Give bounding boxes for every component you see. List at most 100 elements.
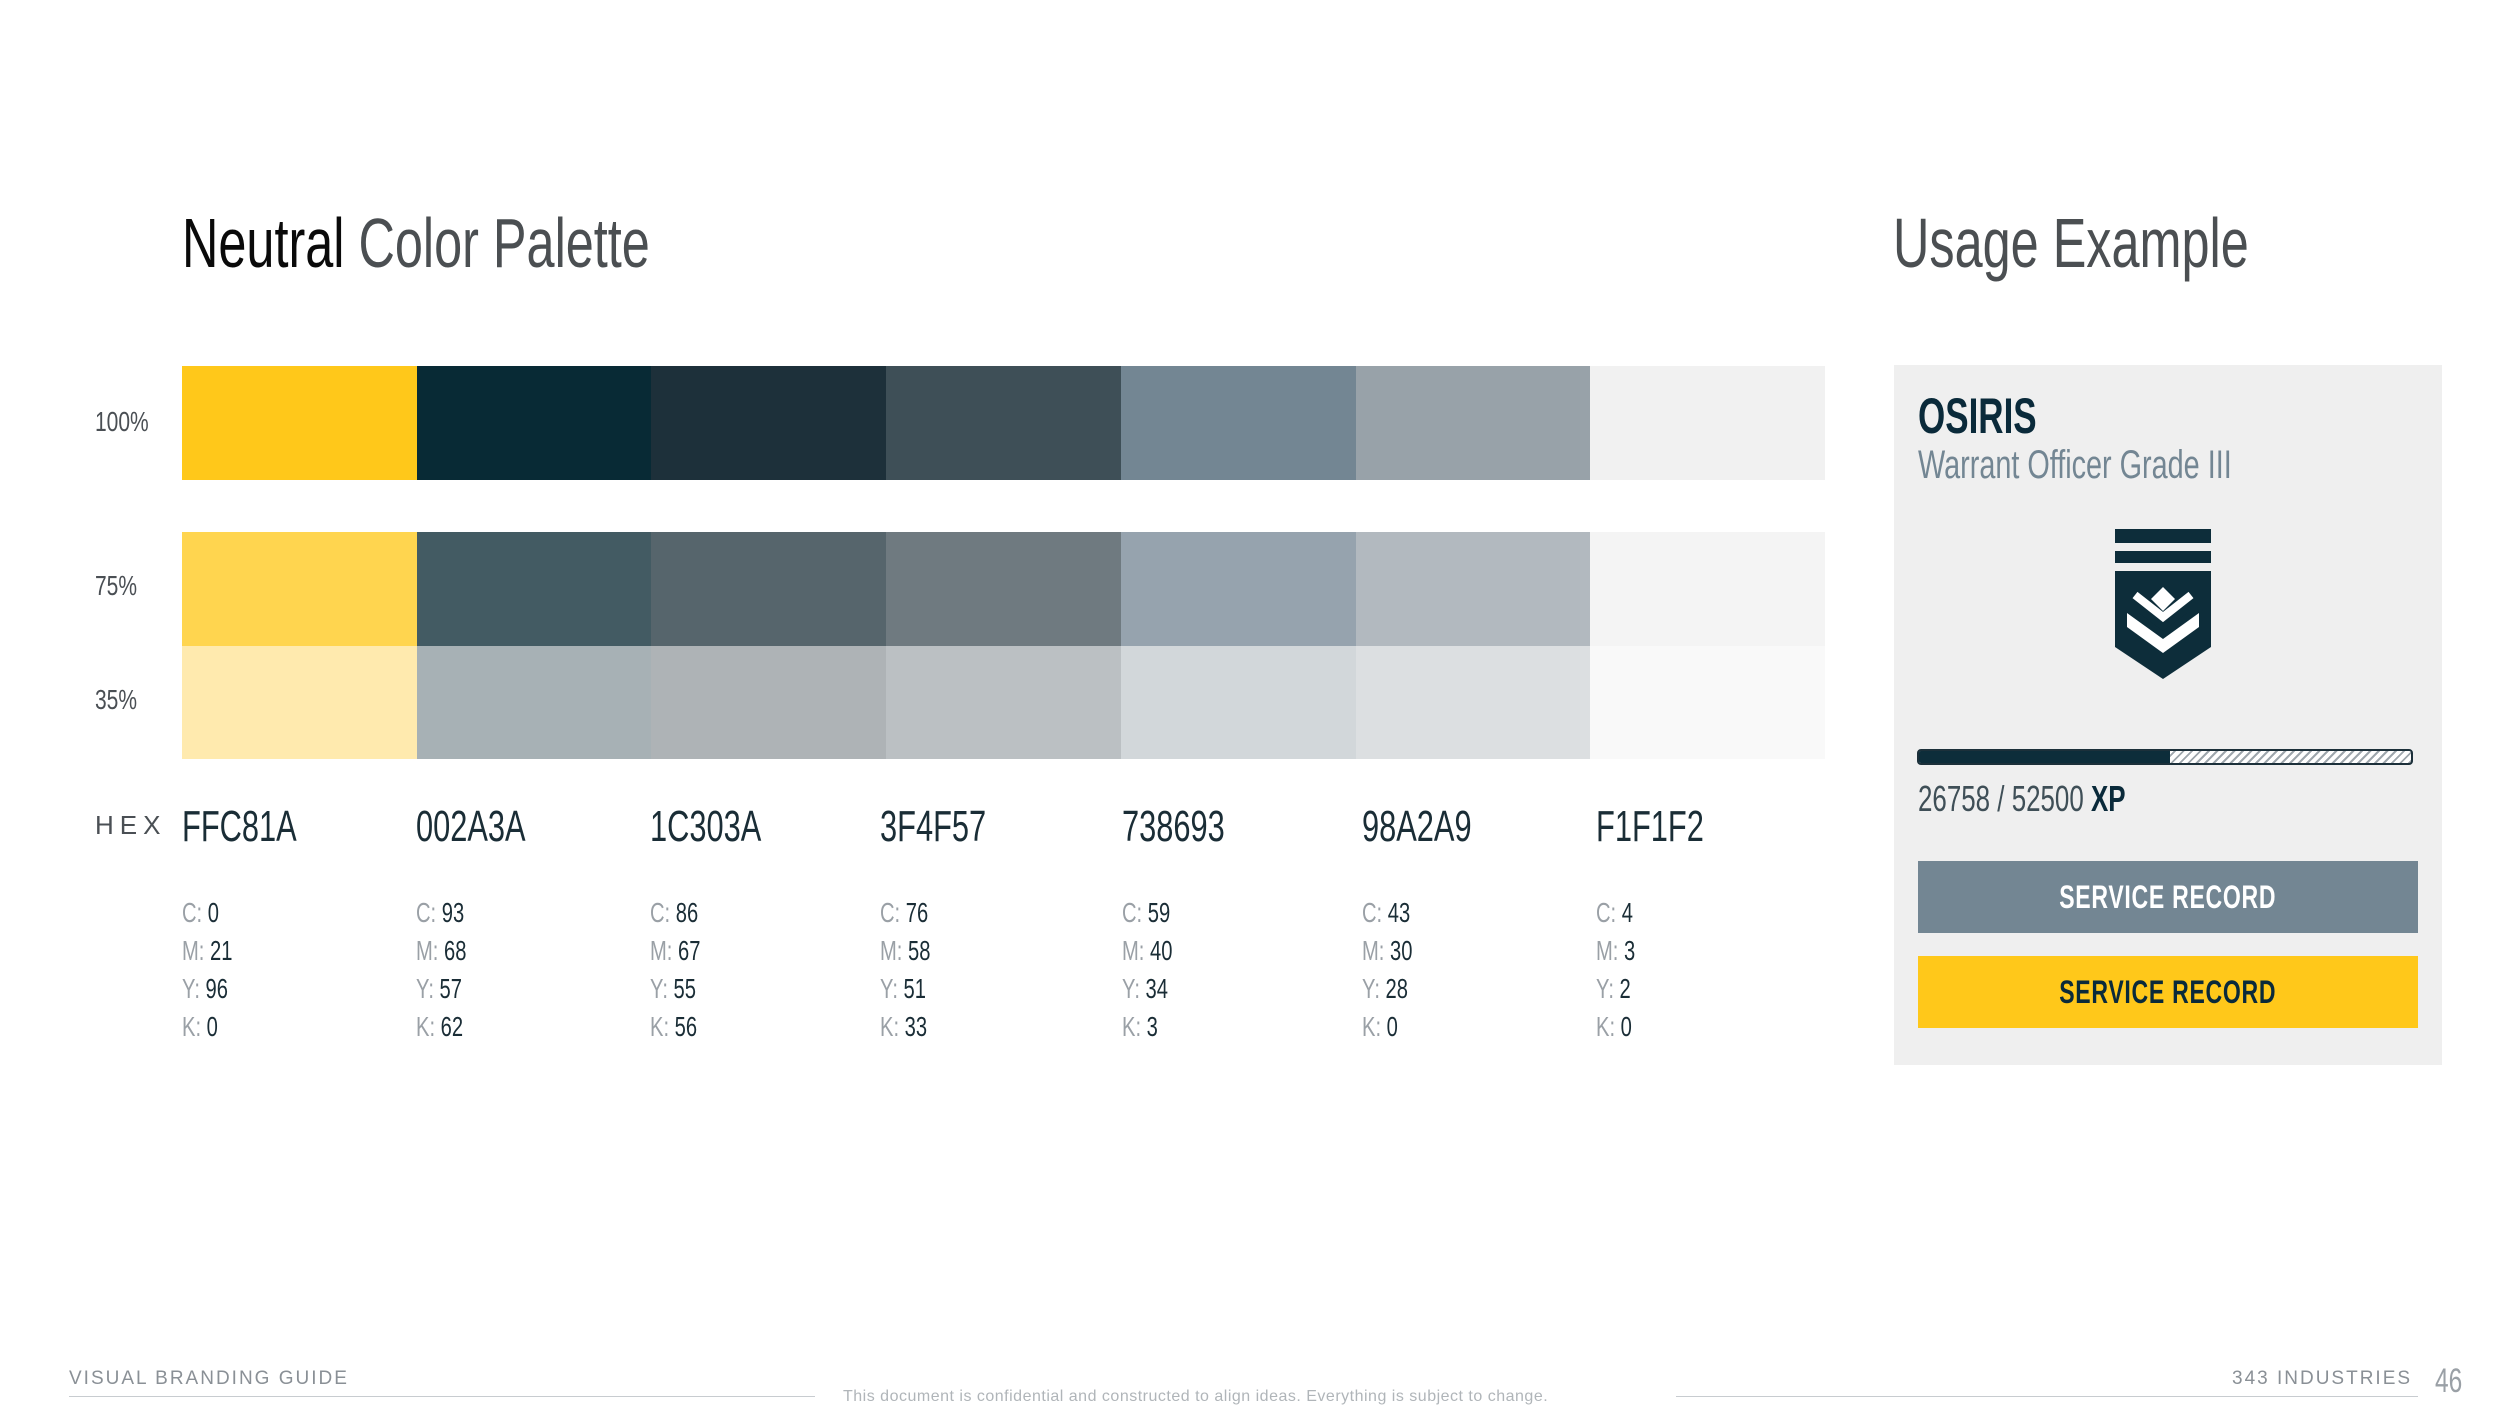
palette-title: Neutral Color Palette: [182, 208, 650, 278]
cmyk-c-line: C: 59: [1122, 894, 1228, 932]
cmyk-y-label: Y:: [1596, 973, 1614, 1004]
cmyk-y-line: Y: 57: [416, 970, 529, 1008]
cmyk-k-line: K: 0: [182, 1008, 300, 1046]
color-column: FFC81A C: 0 M: 21 Y: 96 K: 0: [182, 802, 346, 1046]
cmyk-y-label: Y:: [416, 973, 434, 1004]
cmyk-c-line: C: 93: [416, 894, 529, 932]
cmyk-y-label: Y:: [1122, 973, 1140, 1004]
swatch-75-4: [886, 532, 1121, 646]
cmyk-y-value: 34: [1145, 973, 1168, 1004]
player-name: OSIRIS: [1918, 388, 2037, 444]
cmyk-y-label: Y:: [880, 973, 898, 1004]
cmyk-k-value: 3: [1146, 1011, 1158, 1042]
hex-code: 738693: [1122, 802, 1225, 851]
cmyk-c-label: C:: [650, 897, 671, 928]
cmyk-c-value: 43: [1387, 897, 1411, 928]
cmyk-c-value: 93: [441, 897, 465, 928]
xp-progress-fill: [1919, 751, 2170, 763]
cmyk-k-line: K: 62: [416, 1008, 529, 1046]
cmyk-values: C: 59 M: 40 Y: 34 K: 3: [1122, 894, 1228, 1046]
cmyk-m-label: M:: [1362, 935, 1385, 966]
cmyk-c-value: 76: [905, 897, 929, 928]
swatch-35-6: [1355, 646, 1591, 759]
cmyk-c-value: 86: [675, 897, 699, 928]
cmyk-y-line: Y: 96: [182, 970, 300, 1008]
palette-title-strong: Neutral: [182, 204, 345, 282]
hex-code: F1F1F2: [1596, 802, 1704, 851]
cmyk-c-label: C:: [1362, 897, 1383, 928]
footer-confidential-note: This document is confidential and constr…: [843, 1388, 1549, 1405]
cmyk-y-label: Y:: [650, 973, 668, 1004]
cmyk-y-line: Y: 28: [1362, 970, 1475, 1008]
cmyk-y-value: 28: [1385, 973, 1408, 1004]
cmyk-values: C: 93 M: 68 Y: 57 K: 62: [416, 894, 529, 1046]
cmyk-k-label: K:: [650, 1011, 670, 1042]
cmyk-m-label: M:: [416, 935, 439, 966]
page-number: 46: [2435, 1362, 2463, 1400]
cmyk-k-value: 0: [1620, 1011, 1632, 1042]
hex-code: FFC81A: [182, 802, 297, 851]
service-record-button-yellow-label: SERVICE RECORD: [2059, 973, 2277, 1010]
xp-separator: /: [1990, 778, 2012, 819]
swatch-75-1: [182, 532, 417, 646]
palette-title-light: Color Palette: [358, 204, 650, 282]
color-column: 1C303A C: 86 M: 67 Y: 55 K: 56: [650, 802, 809, 1046]
cmyk-k-label: K:: [182, 1011, 202, 1042]
cmyk-m-label: M:: [650, 935, 673, 966]
cmyk-k-value: 33: [904, 1011, 928, 1042]
hex-code: 3F4F57: [880, 802, 987, 851]
service-record-button-slate[interactable]: SERVICE RECORD: [1918, 861, 2418, 933]
row-label-35: 35%: [95, 684, 138, 715]
color-column: 002A3A C: 93 M: 68 Y: 57 K: 62: [416, 802, 573, 1046]
cmyk-values: C: 4 M: 3 Y: 2 K: 0: [1596, 894, 1707, 1046]
cmyk-m-value: 68: [444, 935, 467, 966]
cmyk-y-value: 2: [1619, 973, 1631, 1004]
cmyk-c-line: C: 76: [880, 894, 989, 932]
swatch-35-5: [1120, 646, 1356, 759]
row-label-75: 75%: [95, 570, 138, 601]
swatch-row-75: [182, 532, 1826, 646]
cmyk-m-value: 67: [678, 935, 701, 966]
swatch-35-1: [182, 646, 417, 759]
swatch-row-35: [182, 646, 1826, 759]
cmyk-y-value: 55: [673, 973, 696, 1004]
cmyk-c-label: C:: [182, 897, 203, 928]
usage-example-title: Usage Example: [1893, 204, 2249, 282]
service-record-button-slate-label: SERVICE RECORD: [2059, 878, 2277, 915]
cmyk-m-value: 58: [908, 935, 931, 966]
color-column: 3F4F57 C: 76 M: 58 Y: 51 K: 33: [880, 802, 1032, 1046]
cmyk-k-label: K:: [880, 1011, 900, 1042]
color-column: 738693 C: 59 M: 40 Y: 34 K: 3: [1122, 802, 1269, 1046]
cmyk-y-value: 96: [205, 973, 228, 1004]
cmyk-values: C: 43 M: 30 Y: 28 K: 0: [1362, 894, 1475, 1046]
swatch-35-3: [651, 646, 887, 759]
cmyk-m-value: 21: [210, 935, 233, 966]
swatch-75-6: [1355, 532, 1591, 646]
swatch-35-2: [416, 646, 652, 759]
cmyk-values: C: 0 M: 21 Y: 96 K: 0: [182, 894, 300, 1046]
cmyk-c-line: C: 0: [182, 894, 300, 932]
swatch-75-2: [416, 532, 652, 646]
cmyk-m-label: M:: [1596, 935, 1619, 966]
cmyk-c-label: C:: [1122, 897, 1143, 928]
xp-total: 52500: [2011, 778, 2084, 819]
cmyk-y-line: Y: 34: [1122, 970, 1228, 1008]
cmyk-k-value: 62: [440, 1011, 464, 1042]
cmyk-y-label: Y:: [182, 973, 200, 1004]
cmyk-c-line: C: 86: [650, 894, 764, 932]
cmyk-k-line: K: 0: [1362, 1008, 1475, 1046]
footer-rule-right: [1676, 1396, 2418, 1397]
swatch-75-3: [651, 532, 887, 646]
cmyk-y-line: Y: 2: [1596, 970, 1707, 1008]
cmyk-values: C: 86 M: 67 Y: 55 K: 56: [650, 894, 764, 1046]
hex-code: 002A3A: [416, 802, 526, 851]
cmyk-k-label: K:: [1362, 1011, 1382, 1042]
service-record-button-yellow[interactable]: SERVICE RECORD: [1918, 956, 2418, 1028]
cmyk-c-label: C:: [416, 897, 437, 928]
cmyk-m-line: M: 21: [182, 932, 300, 970]
swatch-100-5: [1120, 366, 1356, 480]
cmyk-m-label: M:: [182, 935, 205, 966]
footer-guide-title: VISUAL BRANDING GUIDE: [69, 1368, 349, 1389]
row-label-100: 100%: [95, 406, 149, 437]
cmyk-c-label: C:: [1596, 897, 1617, 928]
